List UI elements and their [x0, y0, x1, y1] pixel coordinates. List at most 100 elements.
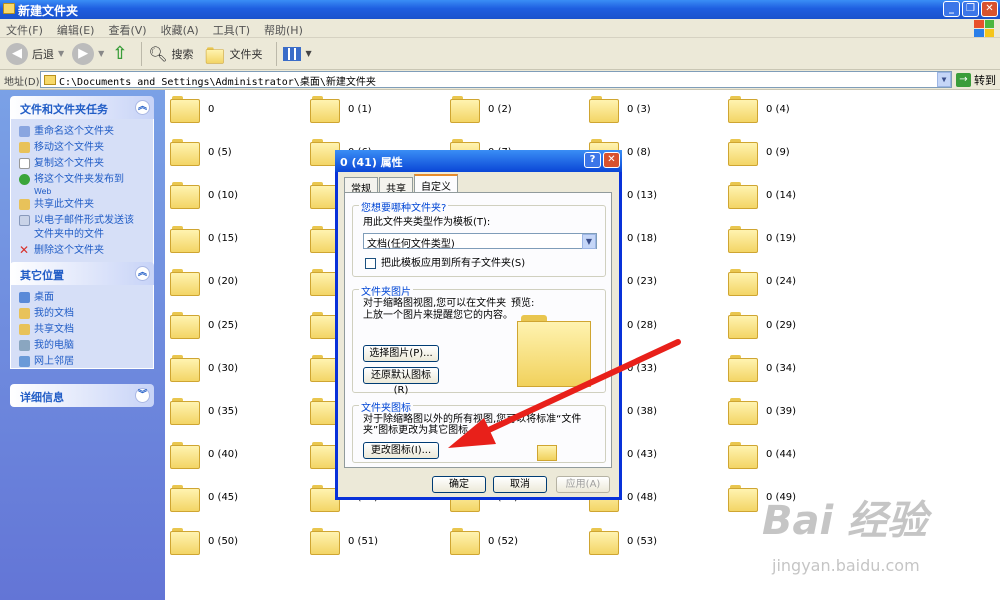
folder-item[interactable]: 0 (3): [589, 96, 651, 123]
place-my-computer[interactable]: 我的电脑: [19, 339, 149, 353]
folder-item[interactable]: 0 (34): [728, 355, 796, 383]
menu-edit[interactable]: 编辑(E): [57, 22, 95, 37]
watermark-url: jingyan.baidu.com: [772, 556, 920, 575]
folder-item[interactable]: 0 (1): [310, 96, 372, 123]
task-share[interactable]: 共享此文件夹: [19, 198, 149, 212]
tasks-panel-header[interactable]: 文件和文件夹任务 ︽: [10, 96, 154, 119]
template-select[interactable]: 文档(任何文件类型) ▼: [363, 233, 597, 250]
task-email[interactable]: 以电子邮件形式发送该: [19, 214, 149, 228]
menu-favorites[interactable]: 收藏(A): [161, 22, 199, 37]
properties-dialog: 0 (41) 属性 ? ✕ 常规 共享 自定义 您想要哪种文件夹? 用此文件夹类…: [335, 150, 622, 500]
minimize-button[interactable]: _: [943, 1, 960, 17]
menu-view[interactable]: 查看(V): [108, 22, 146, 37]
dialog-title-bar[interactable]: 0 (41) 属性 ? ✕: [335, 150, 622, 172]
apply-subfolders-checkbox[interactable]: [365, 258, 376, 269]
place-my-documents[interactable]: 我的文档: [19, 307, 149, 321]
restore-default-button[interactable]: 还原默认图标(R): [363, 367, 439, 396]
back-button[interactable]: ◀ 后退 ▼: [6, 42, 64, 65]
tab-customize[interactable]: 自定义: [414, 174, 458, 193]
collapse-chevron-icon[interactable]: ︽: [135, 266, 150, 281]
folder-item[interactable]: 0 (30): [170, 355, 238, 383]
folder-label: 0 (50): [208, 535, 239, 547]
menu-help[interactable]: 帮助(H): [264, 22, 303, 37]
maximize-button[interactable]: ❐: [962, 1, 979, 17]
email-icon: [19, 215, 30, 226]
folder-item[interactable]: 0 (10): [170, 182, 238, 210]
address-bar: 地址(D) C:\Documents and Settings\Administ…: [0, 70, 1000, 90]
folder-item[interactable]: 0 (15): [170, 225, 238, 253]
folder-item[interactable]: 0 (14): [728, 182, 796, 210]
tab-sharing[interactable]: 共享: [379, 177, 413, 195]
places-panel-header[interactable]: 其它位置 ︽: [10, 262, 154, 285]
folder-item[interactable]: 0 (4): [728, 96, 790, 123]
folder-item[interactable]: 0 (2): [450, 96, 512, 123]
help-button[interactable]: ?: [584, 152, 601, 168]
folder-item[interactable]: 0 (29): [728, 312, 796, 339]
go-button[interactable]: → 转到: [956, 72, 996, 88]
folder-item[interactable]: 0: [170, 96, 214, 123]
place-shared-documents[interactable]: 共享文档: [19, 323, 149, 337]
folder-item[interactable]: 0 (40): [170, 441, 238, 469]
address-dropdown-button[interactable]: ▼: [937, 72, 951, 87]
cancel-button[interactable]: 取消: [493, 476, 547, 493]
folder-icon: [728, 96, 758, 123]
expand-chevron-icon[interactable]: ︾: [135, 388, 150, 403]
folder-item[interactable]: 0 (35): [170, 398, 238, 426]
places-panel: 其它位置 ︽ 桌面 我的文档 共享文档 我的电脑 网上邻居: [10, 262, 154, 369]
ok-button[interactable]: 确定: [432, 476, 486, 493]
task-publish-web[interactable]: 将这个文件夹发布到: [19, 173, 149, 187]
task-move[interactable]: 移动这个文件夹: [19, 141, 149, 155]
folder-icon: [589, 96, 619, 123]
forward-arrow-icon: ▶: [72, 42, 95, 65]
folder-label: 0 (28): [627, 319, 658, 331]
place-desktop[interactable]: 桌面: [19, 291, 149, 305]
choose-picture-button[interactable]: 选择图片(P)...: [363, 345, 439, 362]
menu-tools[interactable]: 工具(T): [213, 22, 250, 37]
details-panel-header[interactable]: 详细信息 ︾: [10, 384, 154, 407]
change-icon-button[interactable]: 更改图标(I)...: [363, 442, 439, 459]
collapse-chevron-icon[interactable]: ︽: [135, 100, 150, 115]
folder-item[interactable]: 0 (52): [450, 528, 519, 555]
up-button[interactable]: ⇧: [112, 43, 127, 64]
folder-item[interactable]: 0 (9): [728, 139, 790, 167]
task-copy[interactable]: 复制这个文件夹: [19, 157, 149, 171]
folder-label: 0 (20): [208, 276, 239, 288]
folder-label: 0 (45): [208, 492, 239, 504]
folder-item[interactable]: 0 (45): [170, 484, 239, 512]
search-button[interactable]: 🔍︎ 搜索: [148, 45, 193, 63]
task-delete[interactable]: ✕ 删除这个文件夹: [19, 244, 149, 258]
folder-icon-preview: [537, 442, 557, 461]
folder-item[interactable]: 0 (20): [170, 268, 239, 296]
window-title-bar[interactable]: 新建文件夹 _ ❐ ✕: [0, 0, 1000, 19]
folder-item[interactable]: 0 (44): [728, 441, 796, 469]
folder-icon: [450, 528, 480, 555]
folder-item[interactable]: 0 (53): [589, 528, 657, 555]
folder-item[interactable]: 0 (50): [170, 528, 239, 555]
windows-logo-icon: [974, 20, 994, 37]
address-input[interactable]: C:\Documents and Settings\Administrator\…: [40, 71, 952, 88]
tab-general[interactable]: 常规: [344, 177, 378, 195]
folder-icon: [170, 312, 200, 339]
folder-item[interactable]: 0 (24): [728, 268, 797, 296]
folder-label: 0 (24): [766, 276, 797, 288]
apply-button[interactable]: 应用(A): [556, 476, 610, 493]
task-rename[interactable]: 重命名这个文件夹: [19, 125, 149, 139]
folder-icon: [19, 308, 30, 319]
folder-item[interactable]: 0 (25): [170, 312, 238, 339]
task-pane: 文件和文件夹任务 ︽ 重命名这个文件夹 移动这个文件夹 复制这个文件夹 将这个文…: [0, 90, 165, 600]
rename-icon: [19, 126, 30, 137]
folders-button[interactable]: 文件夹: [201, 43, 262, 65]
menu-file[interactable]: 文件(F): [6, 22, 43, 37]
folder-item[interactable]: 0 (5): [170, 139, 232, 167]
folder-item[interactable]: 0 (19): [728, 225, 796, 253]
folder-item[interactable]: 0 (39): [728, 398, 796, 426]
close-button[interactable]: ✕: [981, 1, 998, 17]
place-network[interactable]: 网上邻居: [19, 355, 149, 369]
forward-button[interactable]: ▶ ▼: [72, 42, 104, 65]
folder-item[interactable]: 0 (51): [310, 528, 378, 555]
views-button[interactable]: ▼: [283, 46, 312, 61]
folder-label: 0 (52): [488, 535, 519, 547]
folder-icon: [728, 268, 758, 296]
folder-icon: [170, 268, 200, 296]
dialog-close-button[interactable]: ✕: [603, 152, 620, 168]
